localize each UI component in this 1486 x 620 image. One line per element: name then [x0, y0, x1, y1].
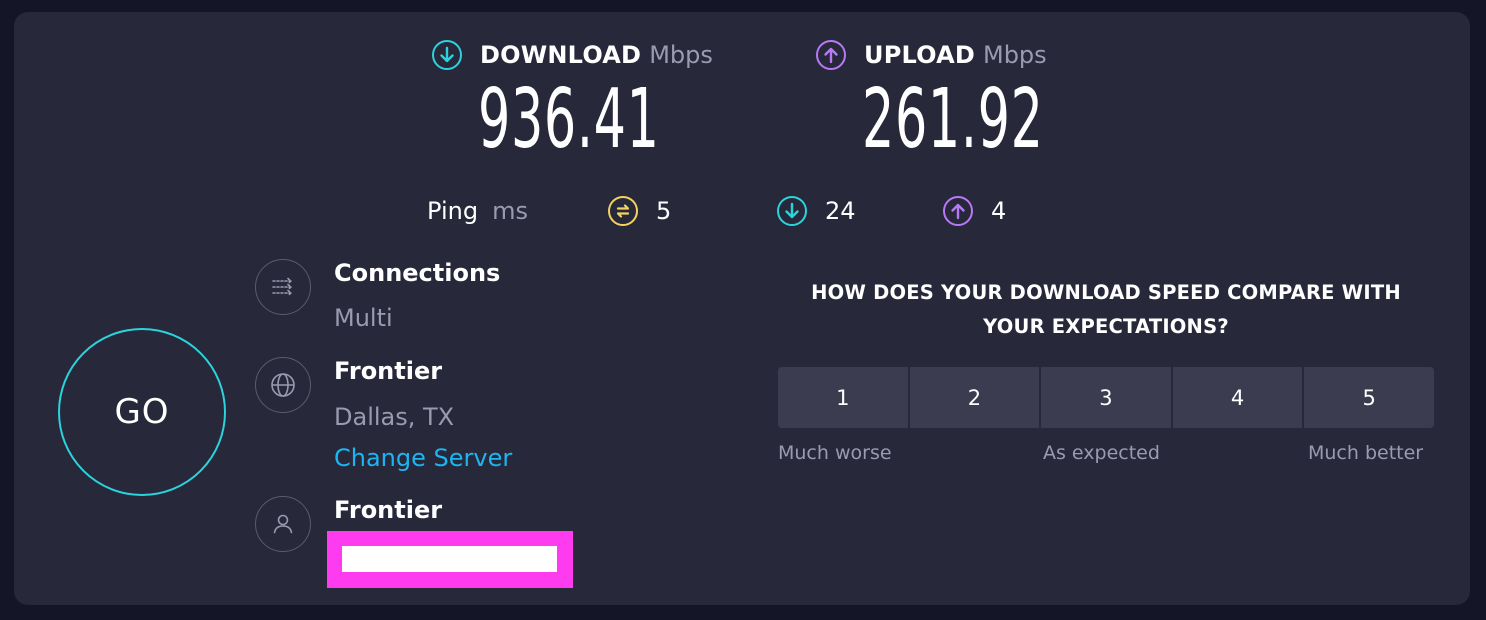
upload-header: UPLOAD Mbps	[816, 37, 1047, 73]
connections-title: Connections	[334, 259, 501, 287]
rating-option-2[interactable]: 2	[909, 367, 1040, 428]
scale-label-mid: As expected	[1043, 442, 1160, 464]
connections-value: Multi	[334, 304, 393, 332]
change-server-link[interactable]: Change Server	[334, 444, 512, 472]
ping-upload-value: 4	[991, 197, 1007, 225]
ping-unit: ms	[492, 197, 528, 225]
user-icon	[255, 496, 311, 552]
download-header: DOWNLOAD Mbps	[432, 37, 713, 73]
globe-icon	[255, 357, 311, 413]
rating-option-4[interactable]: 4	[1172, 367, 1303, 428]
ping-idle: 5	[608, 193, 671, 229]
provider-name: Frontier	[334, 496, 443, 524]
scale-label-high: Much better	[1308, 442, 1424, 464]
scale-label-low: Much worse	[778, 442, 892, 464]
rating-option-1[interactable]: 1	[778, 367, 908, 428]
download-speed-value: 936.41	[478, 72, 660, 167]
ping-download-value: 24	[825, 197, 856, 225]
download-title: DOWNLOAD	[480, 41, 642, 69]
ping-upload: 4	[943, 193, 1006, 229]
upload-title: UPLOAD	[864, 41, 975, 69]
upload-latency-icon	[943, 196, 973, 226]
server-location: Dallas, TX	[334, 403, 455, 431]
upload-speed-value: 261.92	[862, 72, 1044, 167]
download-unit: Mbps	[649, 41, 713, 69]
ping-label-group: Ping ms	[427, 193, 528, 229]
rating-option-3[interactable]: 3	[1041, 367, 1171, 428]
rating-option-5[interactable]: 5	[1304, 367, 1434, 428]
ping-label: Ping	[427, 197, 479, 225]
connections-arrows-icon	[255, 259, 311, 315]
rating-scale: 1 2 3 4 5	[778, 367, 1434, 428]
ping-download: 24	[777, 193, 856, 229]
go-button[interactable]: GO	[58, 328, 226, 496]
server-name: Frontier	[334, 357, 443, 385]
arrow-up-circle-icon	[816, 40, 846, 70]
idle-latency-icon	[608, 196, 638, 226]
arrow-down-circle-icon	[432, 40, 462, 70]
ping-idle-value: 5	[656, 197, 672, 225]
download-latency-icon	[777, 196, 807, 226]
redaction-fill	[342, 546, 557, 572]
upload-unit: Mbps	[982, 41, 1047, 69]
survey-question: HOW DOES YOUR DOWNLOAD SPEED COMPARE WIT…	[811, 281, 1401, 338]
